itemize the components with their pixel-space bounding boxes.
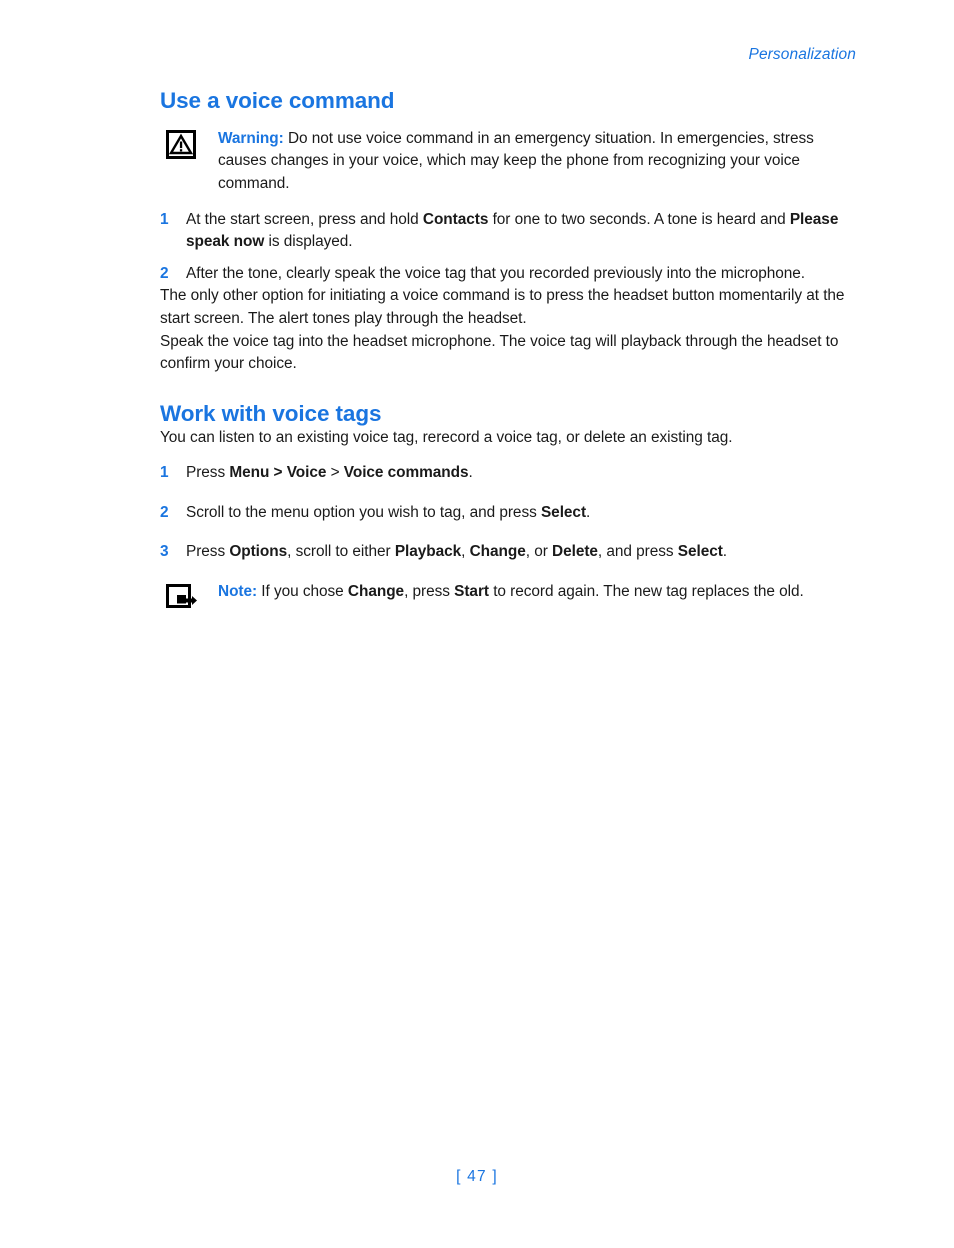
- list-item-text: After the tone, clearly speak the voice …: [186, 264, 806, 282]
- section-heading-use-a-voice-command: Use a voice command: [160, 88, 395, 113]
- page-number: [ 47 ]: [456, 1168, 498, 1185]
- list-item: 1 Press Menu > Voice > Voice commands.: [160, 462, 860, 485]
- note-callout: Note: If you chose Change, press Start t…: [160, 581, 860, 609]
- list-item-text: Press Menu > Voice > Voice commands.: [186, 464, 473, 482]
- list-item-number: 1: [160, 464, 169, 482]
- list-item: 1 At the start screen, press and hold Co…: [160, 209, 860, 254]
- paragraph-voice-tags-intro: You can listen to an existing voice tag,…: [160, 428, 733, 446]
- warning-body: Do not use voice command in an emergency…: [218, 129, 814, 193]
- warning-text: Warning: Do not use voice command in an …: [218, 128, 860, 196]
- list-item: 2 Scroll to the menu option you wish to …: [160, 502, 860, 525]
- warning-callout: Warning: Do not use voice command in an …: [160, 128, 860, 196]
- list-item-number: 2: [160, 264, 169, 282]
- paragraph-headset-playback: Speak the voice tag into the headset mic…: [160, 332, 839, 373]
- voice-command-steps: 1 At the start screen, press and hold Co…: [160, 209, 860, 286]
- list-item-text: Press Options, scroll to either Playback…: [186, 543, 728, 561]
- list-item: 3 Press Options, scroll to either Playba…: [160, 541, 860, 564]
- page-content: Use a voice command Warning: Do not use …: [160, 88, 860, 609]
- warning-label: Warning:: [218, 129, 284, 147]
- section-heading-work-with-voice-tags: Work with voice tags: [160, 400, 382, 426]
- list-item-text: Scroll to the menu option you wish to ta…: [186, 503, 591, 521]
- note-body: If you chose Change, press Start to reco…: [257, 583, 804, 601]
- note-text: Note: If you chose Change, press Start t…: [218, 581, 860, 604]
- warning-triangle-icon: [166, 129, 198, 160]
- note-hand-pointer-icon: [166, 583, 198, 613]
- paragraph-headset-button: The only other option for initiating a v…: [160, 287, 845, 328]
- list-item-number: 2: [160, 503, 169, 521]
- list-item-text: At the start screen, press and hold Cont…: [186, 210, 839, 251]
- note-label: Note:: [218, 583, 258, 601]
- document-page: Personalization Use a voice command Warn…: [0, 0, 954, 1248]
- list-item: 2 After the tone, clearly speak the voic…: [160, 263, 860, 286]
- list-item-number: 3: [160, 543, 169, 561]
- running-header: Personalization: [748, 46, 856, 63]
- voice-tag-steps: 1 Press Menu > Voice > Voice commands. 2…: [160, 462, 860, 564]
- list-item-number: 1: [160, 210, 169, 228]
